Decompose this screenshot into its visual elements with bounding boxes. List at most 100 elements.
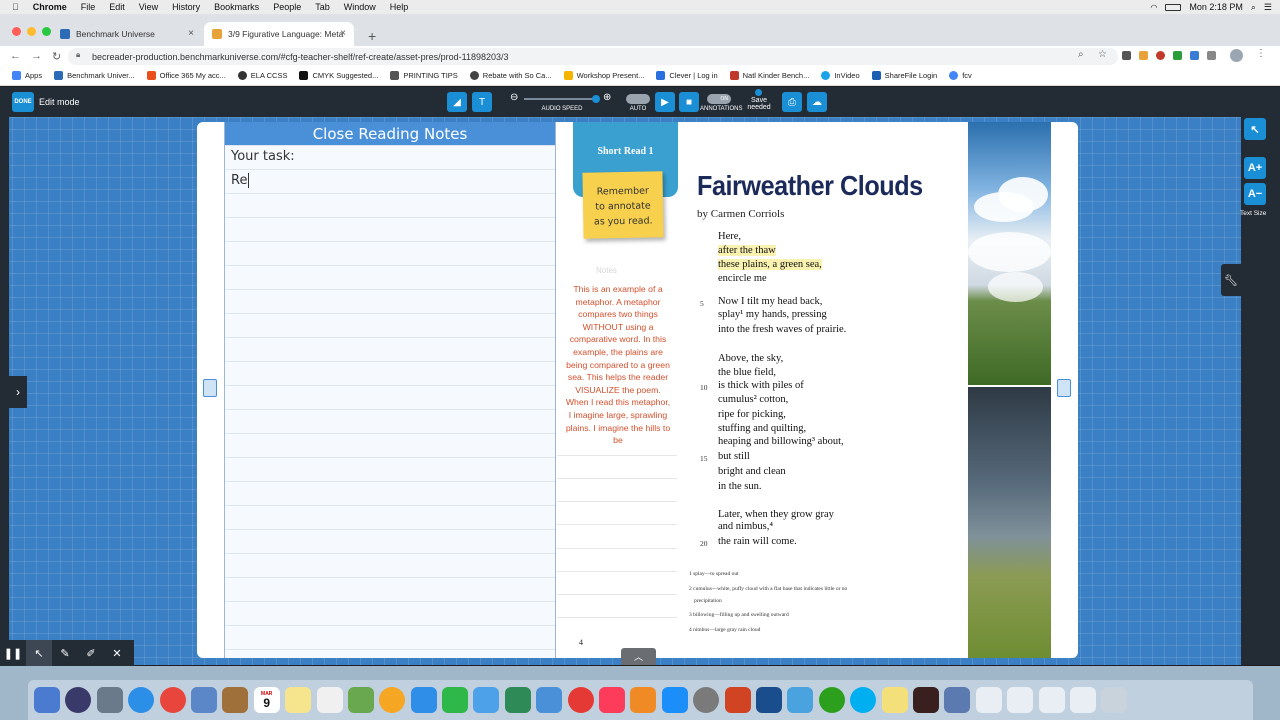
close-reading-notes-panel[interactable]: Close Reading Notes Your task: Re — [224, 122, 556, 658]
menu-edit[interactable]: Edit — [109, 2, 125, 12]
menu-kebab-icon[interactable]: ⋮ — [1256, 48, 1266, 59]
bookmark-fcv[interactable]: fcv — [949, 71, 972, 80]
notes-text-input[interactable]: Re — [231, 173, 250, 188]
menu-people[interactable]: People — [273, 2, 301, 12]
speed-decrease-icon[interactable]: ⊖ — [510, 92, 518, 103]
trash-icon[interactable] — [1101, 687, 1128, 713]
play-button[interactable]: ▶ — [655, 92, 675, 112]
calendar-icon[interactable]: MAR 9 — [253, 687, 280, 713]
poem-line-highlighted[interactable]: after the thaw — [718, 245, 776, 256]
bookmark-ela-ccss[interactable]: ELA CCSS — [237, 71, 287, 80]
downloads-stack-icon[interactable] — [975, 687, 1002, 713]
safari-icon[interactable] — [128, 687, 155, 713]
messages-icon[interactable] — [410, 687, 437, 713]
wrench-icon[interactable]: 🔧︎ — [1221, 264, 1241, 296]
tab-figurative-language[interactable]: 3/9 Figurative Language: Meta × — [204, 22, 354, 46]
numbers-icon[interactable] — [504, 687, 531, 713]
menu-view[interactable]: View — [139, 2, 158, 12]
menu-tab[interactable]: Tab — [315, 2, 330, 12]
news-icon[interactable] — [567, 687, 594, 713]
tab-benchmark-universe[interactable]: Benchmark Universe × — [52, 22, 202, 46]
forward-arrow-icon[interactable]: → — [31, 50, 42, 62]
quickbooks-icon[interactable] — [818, 687, 845, 713]
close-window-button[interactable] — [12, 27, 21, 36]
pointer-icon[interactable]: ↖ — [26, 640, 52, 666]
increase-text-button[interactable]: A+ — [1244, 157, 1266, 179]
control-center-icon[interactable]: ☰ — [1264, 2, 1272, 13]
save-needed-label[interactable]: Save needed — [744, 97, 774, 111]
spotlight-icon[interactable]: ⌕ — [1251, 2, 1256, 13]
contacts-icon[interactable] — [473, 687, 500, 713]
chevron-up-icon[interactable]: ︿ — [621, 648, 656, 665]
bookmark-clever[interactable]: Clever | Log in — [656, 71, 718, 80]
back-arrow-icon[interactable]: ← — [10, 50, 21, 62]
bookmark-rebate[interactable]: Rebate with So Ca... — [469, 71, 552, 80]
clock[interactable]: Mon 2:18 PM — [1189, 2, 1243, 12]
app-store-icon[interactable] — [661, 687, 688, 713]
documents-stack-icon[interactable] — [1007, 687, 1034, 713]
bookmark-office365[interactable]: Office 365 My acc... — [146, 71, 226, 80]
wifi-icon[interactable]: ◠ — [1150, 3, 1157, 12]
reload-icon[interactable]: ↻ — [52, 50, 61, 63]
powerpoint-icon[interactable] — [724, 687, 751, 713]
print-icon[interactable]: ⎙ — [782, 92, 802, 112]
highlighter-tool-icon[interactable]: ◢ — [447, 92, 467, 112]
minimize-window-button[interactable] — [27, 27, 36, 36]
folder-stack-icon[interactable] — [1069, 687, 1096, 713]
photos-icon[interactable] — [379, 687, 406, 713]
new-tab-button[interactable]: + — [360, 24, 376, 48]
battery-icon[interactable] — [1165, 3, 1182, 11]
maps-icon[interactable] — [347, 687, 374, 713]
finder-icon[interactable] — [34, 687, 60, 713]
pointer-tool-icon[interactable]: ↖ — [1244, 118, 1266, 140]
done-button[interactable]: DONE — [12, 92, 34, 112]
bookmark-workshop[interactable]: Workshop Present... — [563, 71, 644, 80]
apple-icon[interactable]:  — [12, 2, 19, 12]
menu-file[interactable]: File — [81, 2, 96, 12]
siri-icon[interactable] — [65, 687, 92, 713]
page-handle-right[interactable] — [1057, 379, 1071, 397]
annotations-toggle[interactable]: ON — [707, 94, 731, 104]
stop-button[interactable]: ■ — [679, 92, 699, 112]
bookmark-natl-kinder[interactable]: Natl Kinder Bench... — [729, 71, 809, 80]
capture-icon[interactable] — [787, 687, 814, 713]
system-preferences-icon[interactable] — [693, 687, 720, 713]
slider-knob[interactable] — [592, 95, 600, 103]
lock-icon[interactable]: 🔒︎ — [76, 50, 80, 60]
text-tool-icon[interactable]: T — [472, 92, 492, 112]
zoom-window-button[interactable] — [42, 27, 51, 36]
music-icon[interactable] — [599, 687, 626, 713]
notes-text-line[interactable]: Your task: — [231, 149, 295, 164]
url-text[interactable]: becreader-production.benchmarkuniverse.c… — [92, 52, 509, 62]
annotation-note[interactable]: This is an example of a metaphor. A meta… — [564, 283, 672, 445]
close-icon[interactable]: ✕ — [104, 640, 130, 666]
notebook-icon[interactable] — [222, 687, 249, 713]
launchpad-icon[interactable] — [96, 687, 123, 713]
preview-icon[interactable] — [190, 687, 217, 713]
bookmark-invideo[interactable]: InVideo — [821, 71, 860, 80]
pause-icon[interactable]: ❚❚ — [0, 640, 26, 666]
document-viewer-icon[interactable] — [944, 687, 971, 713]
speed-increase-icon[interactable]: ⊕ — [603, 92, 611, 103]
info-icon[interactable] — [755, 89, 762, 96]
books-icon[interactable] — [630, 687, 657, 713]
notes-icon[interactable] — [285, 687, 312, 713]
bookmark-benchmark[interactable]: Benchmark Univer... — [54, 71, 135, 80]
bookmark-star-icon[interactable]: ☆ — [1098, 49, 1107, 60]
auto-toggle[interactable] — [626, 94, 650, 104]
reminders-icon[interactable] — [316, 687, 343, 713]
folder-stack-icon[interactable] — [1038, 687, 1065, 713]
keynote-icon[interactable] — [536, 687, 563, 713]
search-icon[interactable]: ⌕ — [1078, 49, 1084, 60]
menu-history[interactable]: History — [172, 2, 200, 12]
chrome-icon[interactable] — [159, 687, 186, 713]
skype-icon[interactable] — [850, 687, 877, 713]
audio-speed-slider[interactable] — [524, 95, 600, 103]
page-handle-left[interactable] — [203, 379, 217, 397]
menu-help[interactable]: Help — [390, 2, 409, 12]
close-tab-icon[interactable]: × — [340, 28, 346, 39]
bookmark-apps[interactable]: Apps — [12, 71, 42, 80]
bookmark-cmyk[interactable]: CMYK Suggested... — [299, 71, 378, 80]
extension-icons[interactable] — [1122, 51, 1216, 60]
menu-bookmarks[interactable]: Bookmarks — [214, 2, 259, 12]
